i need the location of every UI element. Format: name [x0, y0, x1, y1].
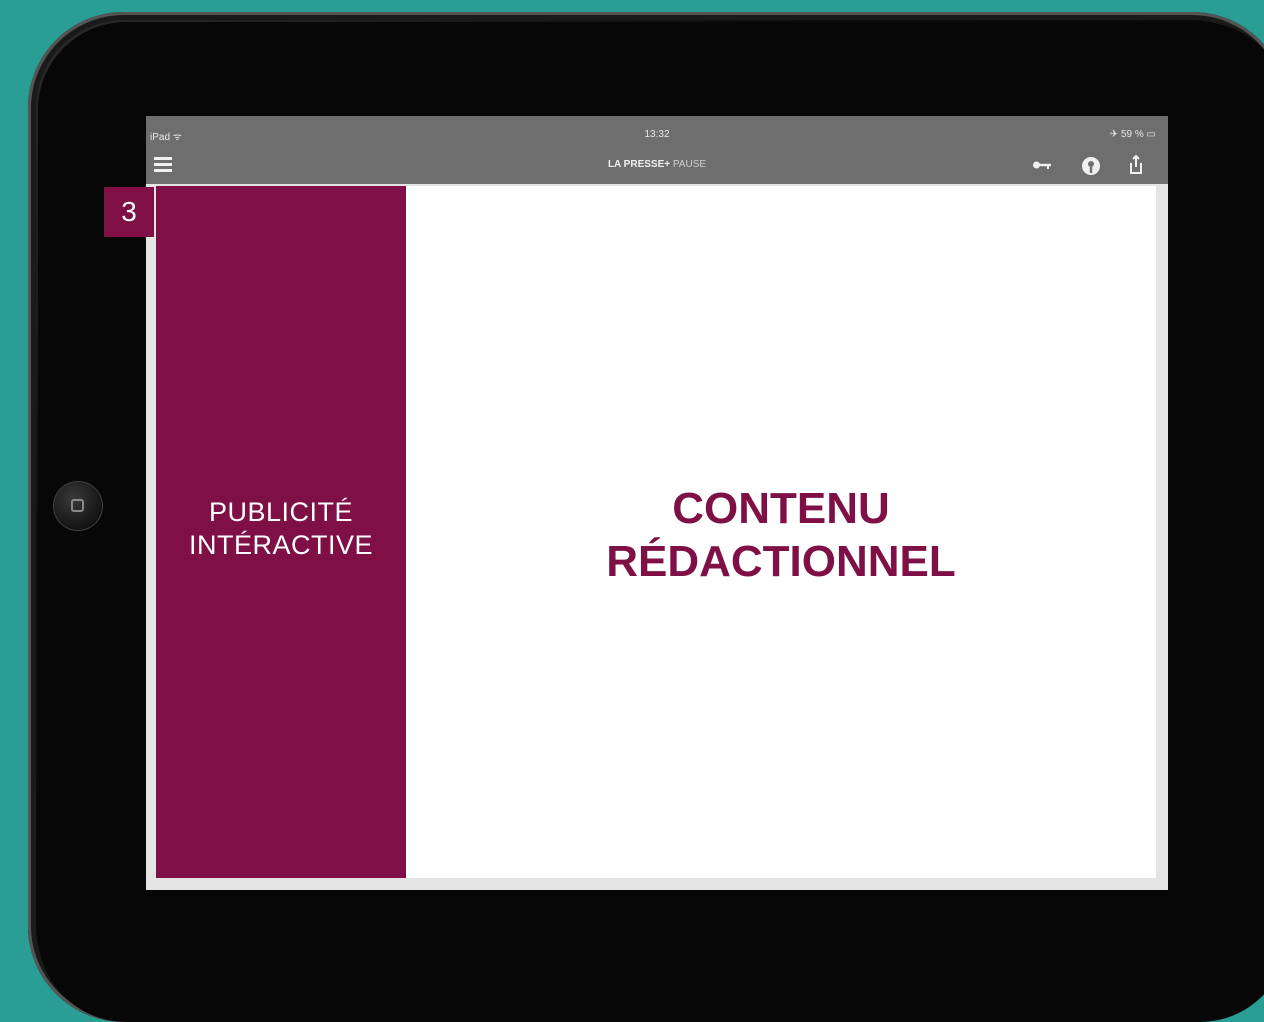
key-icon[interactable] — [1032, 158, 1052, 172]
battery-indicator: ✈ 59 % ▭ — [1109, 129, 1156, 140]
editorial-line2: RÉDACTIONNEL — [606, 537, 956, 586]
ad-label-line1: PUBLICITÉ — [208, 497, 354, 527]
editorial-line1: CONTENU — [672, 484, 890, 533]
tablet-screen: iPad ᯤ 13:32 ✈ 59 % ▭ LA PRESSE+ PAUSE P… — [146, 116, 1168, 890]
clock: 13:32 — [644, 129, 670, 140]
ad-label: PUBLICITÉ INTÉRACTIVE — [156, 496, 406, 562]
home-square-icon — [71, 499, 84, 512]
interactive-ad-column[interactable]: PUBLICITÉ INTÉRACTIVE — [156, 186, 406, 878]
brand-label: LA PRESSE+ — [607, 159, 671, 170]
editorial-content: CONTENU RÉDACTIONNEL — [406, 482, 1156, 588]
ad-label-line2: INTÉRACTIVE — [188, 530, 374, 560]
share-icon[interactable] — [1128, 155, 1144, 175]
home-button[interactable] — [54, 482, 102, 530]
app-title: LA PRESSE+ PAUSE — [146, 159, 1168, 170]
article-page: PUBLICITÉ INTÉRACTIVE CONTENU RÉDACTIONN… — [156, 186, 1156, 878]
app-navbar: LA PRESSE+ PAUSE — [146, 146, 1168, 184]
podcast-icon[interactable] — [1081, 156, 1101, 176]
status-bar: iPad ᯤ 13:32 ✈ 59 % ▭ — [146, 116, 1168, 146]
page-number-badge: 3 — [104, 187, 154, 237]
section-label: PAUSE — [672, 159, 707, 170]
